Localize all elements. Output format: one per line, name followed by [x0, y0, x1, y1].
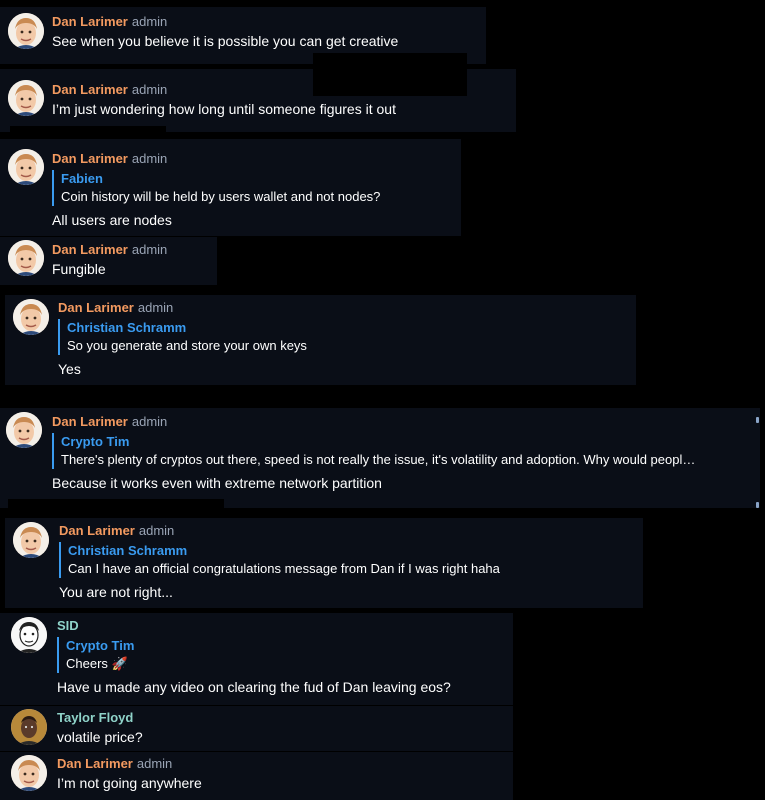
admin-badge: admin: [131, 14, 168, 29]
dan-avatar[interactable]: [8, 80, 44, 116]
message-text: Fungible: [52, 261, 106, 277]
message-text: Have u made any video on clearing the fu…: [57, 679, 451, 695]
reply-text: Can I have an official congratulations m…: [68, 561, 500, 576]
message-text: You are not right...: [59, 584, 173, 600]
admin-badge: admin: [131, 82, 168, 97]
reply-author: Christian Schramm: [68, 543, 188, 558]
author-name[interactable]: Dan Larimer: [52, 82, 128, 97]
dan-avatar[interactable]: [11, 755, 47, 791]
message-bubble[interactable]: Dan Larimer admin Fungible: [0, 237, 217, 285]
admin-badge: admin: [131, 151, 168, 166]
redaction-bar: [313, 53, 467, 96]
reply-author: Crypto Tim: [61, 434, 130, 449]
author-name[interactable]: Taylor Floyd: [57, 710, 133, 725]
author-name[interactable]: Dan Larimer: [52, 151, 128, 166]
scroll-indicator: [756, 417, 759, 423]
message-text: Because it works even with extreme netwo…: [52, 475, 382, 491]
message-bubble[interactable]: Dan Larimer admin Crypto Tim There's plen…: [0, 408, 760, 508]
message-bubble[interactable]: Dan Larimer admin I’m not going anywhere: [0, 752, 513, 800]
reply-quote[interactable]: Christian Schramm So you generate and st…: [58, 319, 624, 355]
author-name[interactable]: Dan Larimer: [57, 756, 133, 771]
reply-quote[interactable]: Christian Schramm Can I have an official…: [59, 542, 631, 578]
message-bubble[interactable]: Taylor Floyd volatile price?: [0, 706, 513, 751]
admin-badge: admin: [137, 300, 174, 315]
reply-author: Christian Schramm: [67, 320, 187, 335]
reply-text: There's plenty of cryptos out there, spe…: [61, 452, 696, 467]
message-text: I’m just wondering how long until someon…: [52, 101, 396, 117]
dan-avatar[interactable]: [13, 299, 49, 335]
reply-author: Crypto Tim: [66, 638, 135, 653]
dan-avatar[interactable]: [8, 240, 44, 276]
scroll-indicator: [756, 502, 759, 508]
reply-text: Cheers 🚀: [66, 656, 128, 671]
taylor-avatar[interactable]: [11, 709, 47, 745]
message-bubble[interactable]: Dan Larimer admin Fabien Coin history wil…: [0, 139, 461, 236]
author-name[interactable]: Dan Larimer: [58, 300, 134, 315]
message-bubble[interactable]: SID Crypto Tim Cheers 🚀 Have u made any …: [0, 613, 513, 705]
author-name[interactable]: SID: [57, 618, 79, 633]
message-bubble[interactable]: Dan Larimer admin Christian Schramm Can I…: [5, 518, 643, 608]
reply-text: So you generate and store your own keys: [67, 338, 307, 353]
dan-avatar[interactable]: [6, 412, 42, 448]
author-name[interactable]: Dan Larimer: [52, 242, 128, 257]
redaction-bar: [10, 126, 166, 140]
message-text: Yes: [58, 361, 81, 377]
admin-badge: admin: [138, 523, 175, 538]
message-bubble[interactable]: Dan Larimer admin Christian Schramm So yo…: [5, 295, 636, 385]
reply-quote[interactable]: Fabien Coin history will be held by user…: [52, 170, 449, 206]
dan-avatar[interactable]: [13, 522, 49, 558]
admin-badge: admin: [136, 756, 173, 771]
author-name[interactable]: Dan Larimer: [59, 523, 135, 538]
message-text: volatile price?: [57, 729, 143, 745]
reply-author: Fabien: [61, 171, 103, 186]
reply-text: Coin history will be held by users walle…: [61, 189, 381, 204]
admin-badge: admin: [131, 242, 168, 257]
admin-badge: admin: [131, 414, 168, 429]
message-text: I’m not going anywhere: [57, 775, 202, 791]
dan-avatar[interactable]: [8, 149, 44, 185]
dan-avatar[interactable]: [8, 13, 44, 49]
reply-quote[interactable]: Crypto Tim Cheers 🚀: [57, 637, 501, 673]
message-text: All users are nodes: [52, 212, 172, 228]
reply-quote[interactable]: Crypto Tim There's plenty of cryptos out…: [52, 433, 748, 469]
sid-avatar[interactable]: [11, 617, 47, 653]
author-name[interactable]: Dan Larimer: [52, 14, 128, 29]
message-text: See when you believe it is possible you …: [52, 33, 399, 49]
author-name[interactable]: Dan Larimer: [52, 414, 128, 429]
